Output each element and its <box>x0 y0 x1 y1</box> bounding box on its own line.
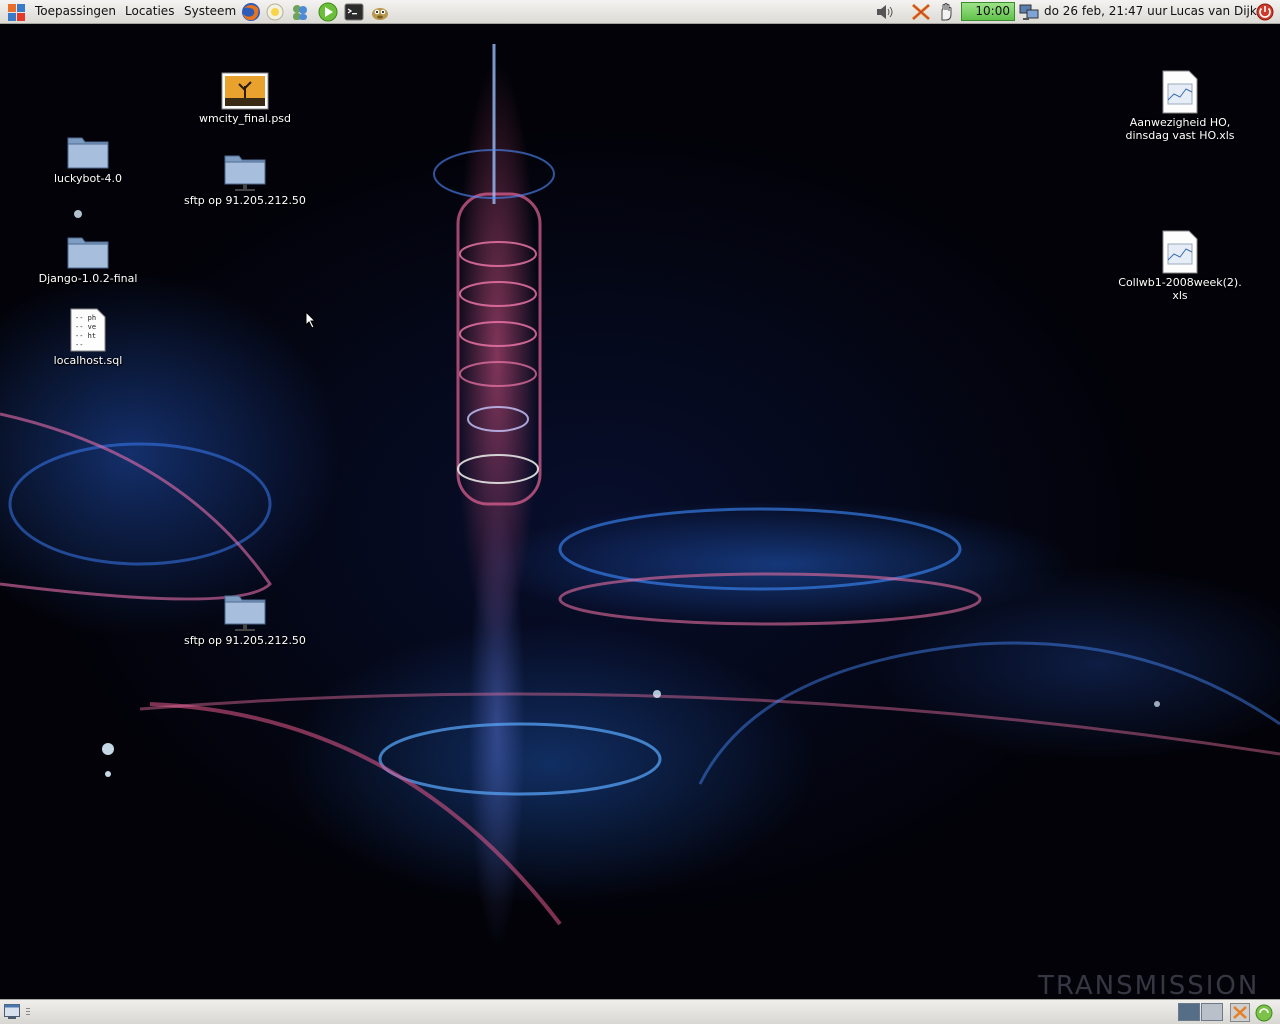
terminal-icon[interactable] <box>344 2 364 22</box>
apt-clock-indicator[interactable]: 10:00 <box>961 2 1015 21</box>
clock[interactable]: do 26 feb, 21:47 uur <box>1044 0 1167 23</box>
user-switcher[interactable]: Lucas van Dijk <box>1170 0 1257 23</box>
trash-icon[interactable] <box>1254 1003 1274 1022</box>
desktop-icon-django[interactable]: Django-1.0.2-final <box>18 234 158 285</box>
sql-preview-line: -- ht <box>75 332 96 340</box>
top-panel: Toepassingen Locaties Systeem 10:00 do 2… <box>0 0 1280 24</box>
spreadsheet-file-icon <box>1162 70 1198 114</box>
pidgin-icon[interactable] <box>290 2 310 22</box>
main-menu-icon[interactable] <box>8 4 25 21</box>
media-player-icon[interactable] <box>318 2 338 22</box>
desktop-icon-wmcity-psd[interactable]: wmcity_final.psd <box>175 72 315 125</box>
menu-applications[interactable]: Toepassingen <box>35 0 116 24</box>
tray-update-icon[interactable] <box>1230 1003 1250 1022</box>
desktop-icon-sftp-1[interactable]: sftp op 91.205.212.50 <box>175 152 315 207</box>
wallpaper-watermark: TRANSMISSION II <box>1038 971 1260 999</box>
sql-preview-line: -- ph <box>75 314 96 322</box>
network-folder-icon <box>224 595 266 631</box>
desktop-icon-label: sftp op 91.205.212.50 <box>184 194 306 207</box>
desktop-icon-luckybot[interactable]: luckybot-4.0 <box>18 134 158 185</box>
panel-handle[interactable] <box>26 1008 30 1016</box>
sql-preview-line: -- <box>75 341 83 349</box>
menu-system[interactable]: Systeem <box>184 0 236 24</box>
desktop-icon-label: Django-1.0.2-final <box>38 272 138 285</box>
evolution-icon[interactable] <box>265 2 285 22</box>
desktop-icon-label: sftp op 91.205.212.50 <box>184 634 306 647</box>
desktop-icon-label: wmcity_final.psd <box>198 112 292 125</box>
workspace-2[interactable] <box>1201 1003 1223 1021</box>
show-desktop-icon[interactable] <box>4 1004 20 1019</box>
firefox-icon[interactable] <box>241 2 261 22</box>
mouse-pointer-icon <box>305 311 317 329</box>
desktop-icon-aanwezigheid-xls[interactable]: Aanwezigheid HO, dinsdag vast HO.xls <box>1110 70 1250 142</box>
desktop-icon-label: Collwb1-2008week(2). xls <box>1118 276 1242 302</box>
volume-icon[interactable] <box>874 2 896 22</box>
text-file-icon: -- ph -- ve -- ht -- <box>70 308 106 352</box>
desktop-icon-label: localhost.sql <box>53 354 123 367</box>
folder-icon <box>67 237 109 269</box>
desktop-icon-sftp-2[interactable]: sftp op 91.205.212.50 <box>175 592 315 647</box>
network-icon[interactable] <box>1018 2 1040 22</box>
menu-places[interactable]: Locaties <box>125 0 174 24</box>
folder-icon <box>67 137 109 169</box>
desktop[interactable]: TRANSMISSION II wmcity_final.psd luckybo… <box>0 24 1280 999</box>
gimp-icon[interactable] <box>370 2 390 22</box>
desktop-icon-label: luckybot-4.0 <box>53 172 123 185</box>
image-file-icon <box>221 72 269 110</box>
workspace-1[interactable] <box>1178 1003 1200 1021</box>
desktop-icon-collwb1-xls[interactable]: Collwb1-2008week(2). xls <box>1110 230 1250 302</box>
shutdown-icon[interactable] <box>1255 2 1275 22</box>
sql-preview-line: -- ve <box>75 323 96 331</box>
network-folder-icon <box>224 155 266 191</box>
update-notifier-icon[interactable] <box>910 2 932 22</box>
desktop-icon-localhost-sql[interactable]: -- ph -- ve -- ht -- localhost.sql <box>18 308 158 367</box>
desktop-icon-label: Aanwezigheid HO, dinsdag vast HO.xls <box>1125 116 1235 142</box>
spreadsheet-file-icon <box>1162 230 1198 274</box>
bottom-panel <box>0 999 1280 1024</box>
hand-icon[interactable] <box>937 2 955 22</box>
